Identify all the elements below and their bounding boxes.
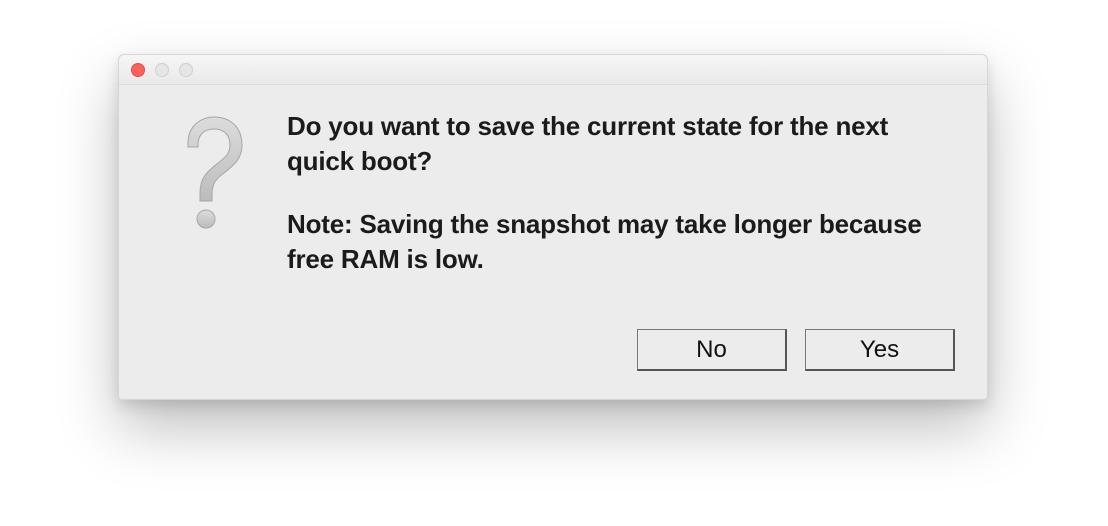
no-button[interactable]: No: [637, 329, 787, 371]
dialog-button-row: No Yes: [119, 329, 987, 399]
dialog-content: Do you want to save the current state fo…: [119, 85, 987, 329]
yes-button[interactable]: Yes: [805, 329, 955, 371]
question-mark-icon: [168, 113, 254, 233]
dialog-main-message: Do you want to save the current state fo…: [287, 109, 947, 179]
window-zoom-button: [179, 63, 193, 77]
dialog-note-message: Note: Saving the snapshot may take longe…: [287, 207, 947, 277]
confirmation-dialog: Do you want to save the current state fo…: [118, 54, 988, 400]
window-minimize-button: [155, 63, 169, 77]
window-close-button[interactable]: [131, 63, 145, 77]
window-titlebar: [119, 55, 987, 85]
